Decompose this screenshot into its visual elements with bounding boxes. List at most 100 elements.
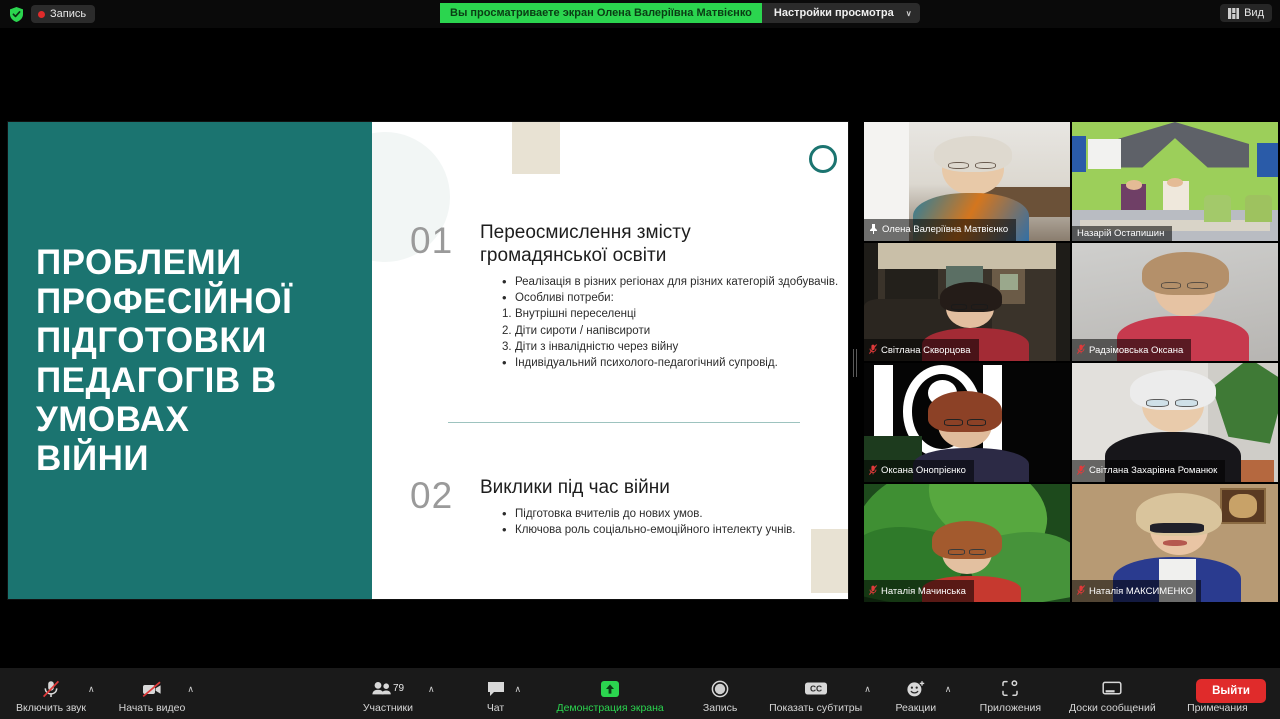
svg-text:CC: CC <box>810 683 822 693</box>
mic-muted-icon <box>1077 341 1085 359</box>
view-settings-button[interactable]: Настройки просмотра ∨ <box>761 3 920 23</box>
section-heading: Виклики під час війни <box>480 477 670 498</box>
camera-off-icon <box>141 678 163 700</box>
section-body: Переосмислення змісту громадянської осві… <box>480 222 848 373</box>
video-tile[interactable]: Світлана Скворцова <box>864 242 1070 361</box>
record-dot-icon <box>38 10 45 18</box>
toggle-video-button[interactable]: Начать видео <box>119 674 185 714</box>
video-tile[interactable]: Оксана Онопрієнко <box>864 363 1070 482</box>
list-item: Діти з інвалідністю через війну <box>502 339 848 356</box>
list-item: Діти сироти / напівсироти <box>502 323 848 340</box>
chat-bubble-icon <box>486 678 506 700</box>
video-tile[interactable]: Наталія МАКСИМЕНКО <box>1072 483 1278 602</box>
list-item: Реалізація в різних регіонах для різних … <box>502 273 848 292</box>
captions-button-label: Показать субтитры <box>769 701 863 714</box>
video-tile[interactable]: Світлана Захарівна Романюк <box>1072 363 1278 482</box>
section-bullet-list: Підготовка вчителів до нових умов. Ключо… <box>480 505 848 540</box>
participant-name-tag: Світлана Скворцова <box>864 339 979 361</box>
participants-button[interactable]: 79 Участники <box>350 674 426 714</box>
apps-button-label: Приложения <box>979 701 1042 714</box>
section-number: 02 <box>410 475 454 516</box>
panel-resize-handle[interactable] <box>852 348 858 378</box>
participant-name: Назарій Остапишин <box>1077 227 1165 239</box>
record-button-label: Запись <box>702 701 738 714</box>
share-screen-icon <box>598 678 622 700</box>
video-tile[interactable]: Наталія Мачинська <box>864 483 1070 602</box>
screen-share-banner: Вы просматриваете экран Олена Валеріївна… <box>440 3 762 23</box>
video-options-chevron-icon[interactable]: ∧ <box>181 684 200 695</box>
share-screen-button-label: Демонстрация экрана <box>556 701 664 714</box>
top-status-bar: Запись Вы просматриваете экран Олена Вал… <box>0 0 1280 28</box>
participant-name-tag: Назарій Остапишин <box>1072 225 1173 241</box>
slide-section-02: 02 Виклики під час війни Підготовка вчит… <box>410 475 848 540</box>
reactions-button[interactable]: Реакции <box>889 674 943 714</box>
section-bullet-list: Реалізація в різних регіонах для різних … <box>480 273 848 373</box>
handle-line <box>853 349 854 377</box>
decorative-ring-shape <box>809 145 837 173</box>
video-control-group: Начать видео ∧ <box>119 674 200 714</box>
participants-button-label: Участники <box>362 701 414 714</box>
participant-video-grid: Олена Валеріївна Матвієнко Назарій Остап <box>864 122 1278 602</box>
list-item: Підготовка вчителів до нових умов. <box>502 505 848 524</box>
reactions-options-chevron-icon[interactable]: ∧ <box>939 684 958 695</box>
slide-content-panel: 01 Переосмислення змісту громадянської о… <box>372 122 848 599</box>
captions-button[interactable]: CC Показать субтитры <box>769 674 862 714</box>
shared-screen-slide[interactable]: ПРОБЛЕМИ ПРОФЕСІЙНОЇ ПІДГОТОВКИ ПЕДАГОГІ… <box>8 122 848 599</box>
participant-name: Світлана Скворцова <box>881 344 971 356</box>
svg-text:79: 79 <box>393 683 405 694</box>
video-tile-active-speaker[interactable]: Олена Валеріївна Матвієнко <box>864 122 1070 241</box>
shield-check-icon[interactable] <box>8 6 25 23</box>
audio-options-chevron-icon[interactable]: ∧ <box>82 684 101 695</box>
mic-muted-icon <box>1077 462 1085 480</box>
apps-icon <box>1000 678 1020 700</box>
participants-options-chevron-icon[interactable]: ∧ <box>422 684 441 695</box>
microphone-muted-icon <box>41 678 61 700</box>
list-item: Ключова роль соціально-емоційного інтеле… <box>502 521 848 540</box>
chevron-down-icon: ∨ <box>905 8 912 18</box>
mic-muted-icon <box>869 341 877 359</box>
toggle-audio-button[interactable]: Включить звук <box>16 674 86 714</box>
share-screen-button[interactable]: Демонстрация экрана <box>551 674 669 714</box>
participant-name-tag: Світлана Захарівна Романюк <box>1072 459 1226 482</box>
decorative-rectangle-top <box>512 122 560 174</box>
mic-muted-icon <box>1077 582 1085 600</box>
list-item: Особливі потреби: <box>502 289 848 308</box>
recording-indicator[interactable]: Запись <box>31 5 96 23</box>
view-layout-button[interactable]: Вид <box>1220 4 1272 22</box>
participant-name-tag: Оксана Онопрієнко <box>864 459 974 482</box>
participant-name: Наталія Мачинська <box>881 585 966 597</box>
chat-control-group: Чат ∧ <box>479 674 528 714</box>
apps-button[interactable]: Приложения <box>971 674 1049 714</box>
page-title: ПРОБЛЕМИ ПРОФЕСІЙНОЇ ПІДГОТОВКИ ПЕДАГОГІ… <box>36 242 293 478</box>
list-item: Індивідуальний психолого-педагогічний су… <box>502 354 848 373</box>
smiley-plus-icon <box>905 678 927 700</box>
participant-name: Світлана Захарівна Романюк <box>1089 465 1218 476</box>
mic-muted-icon <box>869 462 877 480</box>
chat-options-chevron-icon[interactable]: ∧ <box>509 684 528 695</box>
captions-options-chevron-icon[interactable]: ∧ <box>858 684 877 695</box>
screen-share-status-group: Вы просматриваете экран Олена Валеріївна… <box>440 3 920 23</box>
meeting-stage: ПРОБЛЕМИ ПРОФЕСІЙНОЇ ПІДГОТОВКИ ПЕДАГОГІ… <box>0 28 1280 668</box>
participant-name-tag: Олена Валеріївна Матвієнко <box>864 218 1017 241</box>
participant-name-tag: Наталія Мачинська <box>864 580 974 602</box>
view-button-label: Вид <box>1244 7 1264 19</box>
video-tile[interactable]: Назарій Остапишин <box>1072 122 1278 241</box>
whiteboard-icon <box>1101 678 1123 700</box>
leave-meeting-button[interactable]: Выйти <box>1196 679 1266 703</box>
recording-label: Запись <box>50 8 87 20</box>
record-button[interactable]: Запись <box>691 674 749 714</box>
notes-button-label: Примечания <box>1187 701 1248 714</box>
video-tile[interactable]: Радзімовська Оксана <box>1072 242 1278 361</box>
participant-name: Олена Валеріївна Матвієнко <box>882 224 1009 235</box>
participants-control-group: 79 Участники ∧ <box>350 674 441 714</box>
video-feed <box>1072 122 1278 241</box>
audio-control-group: Включить звук ∧ <box>16 674 101 714</box>
section-number: 01 <box>410 220 454 261</box>
captions-control-group: CC Показать субтитры ∧ <box>769 674 877 714</box>
participant-name: Радзімовська Оксана <box>1089 344 1184 356</box>
record-circle-icon <box>710 678 730 700</box>
reactions-button-label: Реакции <box>895 701 937 714</box>
whiteboards-button[interactable]: Доски сообщений <box>1059 674 1165 714</box>
participant-name-tag: Радзімовська Оксана <box>1072 339 1192 361</box>
chat-button[interactable]: Чат <box>479 674 513 714</box>
